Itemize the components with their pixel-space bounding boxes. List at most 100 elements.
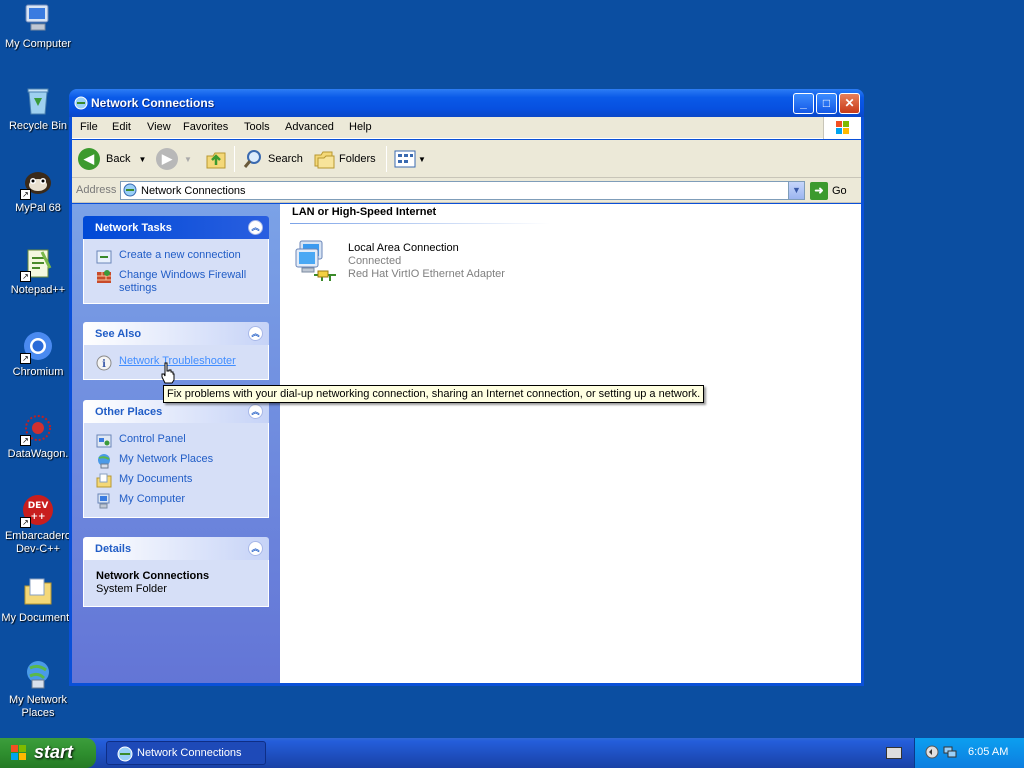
collapse-chevron-icon[interactable]: ︽ [248, 404, 263, 419]
other-places-body: Control Panel My Network Places My Docum… [83, 423, 269, 518]
desktop-icon-devcpp[interactable]: DEV ++ ↗ Embarcadero Dev-C++ [0, 494, 76, 556]
collapse-chevron-icon[interactable]: ︽ [248, 541, 263, 556]
go-label: Go [832, 184, 847, 197]
desktop-icon-chromium[interactable]: ↗ Chromium [0, 330, 76, 379]
see-also-body: i Network Troubleshooter [83, 345, 269, 380]
datawagon-icon: ↗ [20, 412, 54, 446]
network-troubleshooter-link[interactable]: i Network Troubleshooter [84, 353, 268, 373]
toolbar: ◀ Back ▼ ▶ ▼ Search Folders ▼ [72, 140, 861, 178]
menu-edit[interactable]: Edit [112, 121, 131, 133]
folders-button[interactable]: Folders [313, 147, 376, 171]
windows-flag-icon [11, 745, 26, 760]
hand-cursor-icon [160, 362, 176, 384]
menu-view[interactable]: View [147, 121, 171, 133]
collapse-chevron-icon[interactable]: ︽ [248, 220, 263, 235]
go-arrow-icon: ➜ [810, 181, 828, 200]
minimize-icon: _ [800, 96, 807, 110]
views-button[interactable]: ▼ [394, 147, 426, 171]
forward-button[interactable]: ▶ ▼ [156, 147, 192, 171]
task-link-label: My Documents [119, 473, 193, 485]
desktop-icon-my-network-places[interactable]: My Network Places [0, 658, 76, 720]
back-arrow-icon: ◀ [78, 148, 100, 170]
desktop-icon-label: My Computer [4, 38, 72, 50]
search-label: Search [268, 153, 303, 165]
collapse-chevron-icon[interactable]: ︽ [248, 326, 263, 341]
connection-name: Local Area Connection [348, 242, 459, 254]
my-computer-link[interactable]: My Computer [84, 491, 268, 511]
views-icon [394, 150, 416, 168]
back-dropdown-icon[interactable]: ▼ [138, 155, 146, 164]
other-places-panel: Other Places ︽ Control Panel My Network … [83, 400, 269, 518]
taskbar-button-label: Network Connections [137, 747, 242, 759]
svg-text:i: i [102, 359, 106, 370]
desktop-icon-label: MyPal 68 [15, 202, 61, 214]
views-dropdown-icon: ▼ [418, 154, 426, 164]
create-new-connection-link[interactable]: Create a new connection [84, 247, 268, 267]
desktop-icon-label: Notepad++ [10, 284, 66, 296]
desktop-icon-label: Embarcadero Dev-C++ [4, 530, 72, 555]
go-button[interactable]: ➜ Go [810, 181, 847, 200]
details-header[interactable]: Details ︽ [83, 537, 269, 560]
close-button[interactable]: ✕ [839, 93, 860, 114]
task-link-label: Network Troubleshooter [119, 355, 236, 367]
desktop-icon-label: DataWagon. [7, 448, 69, 460]
menu-help[interactable]: Help [349, 121, 372, 133]
network-tray-icon[interactable] [943, 745, 957, 759]
task-link-label: My Computer [119, 493, 186, 505]
desktop-icon-recycle-bin[interactable]: Recycle Bin [0, 84, 76, 133]
other-places-header[interactable]: Other Places ︽ [83, 400, 269, 423]
my-network-places-icon [98, 454, 110, 469]
my-documents-icon [22, 576, 54, 608]
svg-text:DEV: DEV [28, 501, 49, 511]
devcpp-icon: DEV ++ ↗ [20, 494, 54, 528]
task-link-label: Control Panel [119, 433, 186, 445]
up-folder-button[interactable] [204, 147, 228, 171]
title-bar[interactable]: Network Connections _ □ ✕ [69, 89, 864, 117]
back-button[interactable]: ◀ Back ▼ [78, 147, 146, 171]
my-network-places-link[interactable]: My Network Places [84, 451, 268, 471]
toolbar-separator [234, 146, 235, 172]
desktop-icon-mypal[interactable]: ↗ MyPal 68 [0, 166, 76, 215]
audio-icon[interactable] [925, 745, 939, 759]
desktop-icon-notepadpp[interactable]: ↗ Notepad++ [0, 248, 76, 297]
maximize-button[interactable]: □ [816, 93, 837, 114]
desktop-icon-label: Chromium [12, 366, 64, 378]
connection-adapter: Red Hat VirtIO Ethernet Adapter [348, 268, 505, 280]
task-link-label: Change Windows Firewall settings [119, 269, 247, 294]
search-button[interactable]: Search [242, 147, 303, 171]
desktop-icon-datawagon[interactable]: ↗ DataWagon. [0, 412, 76, 461]
my-documents-link[interactable]: My Documents [84, 471, 268, 491]
network-tasks-header[interactable]: Network Tasks ︽ [83, 216, 269, 239]
clock: 6:05 AM [968, 746, 1009, 758]
mypal-icon: ↗ [20, 166, 54, 200]
network-connections-icon [74, 96, 88, 110]
network-tasks-title: Network Tasks [95, 222, 172, 234]
start-button[interactable]: start [0, 738, 96, 768]
taskbar: start Network Connections 6:05 AM [0, 738, 1024, 768]
address-dropdown-icon[interactable]: ▼ [788, 182, 804, 199]
network-connections-icon [117, 746, 133, 762]
address-bar: Address Network Connections ▼ ➜ Go [72, 178, 861, 203]
svg-text:++: ++ [30, 512, 45, 522]
menu-advanced[interactable]: Advanced [285, 121, 334, 133]
folders-label: Folders [339, 153, 376, 165]
taskbar-network-connections-button[interactable]: Network Connections [106, 741, 266, 765]
see-also-header[interactable]: See Also ︽ [83, 322, 269, 345]
keyboard-icon[interactable] [886, 747, 902, 759]
address-input[interactable]: Network Connections ▼ [120, 181, 805, 200]
minimize-button[interactable]: _ [793, 93, 814, 114]
back-label: Back [106, 153, 131, 165]
desktop-icon-my-computer[interactable]: My Computer [0, 2, 76, 51]
desktop-icon-my-documents[interactable]: My Documents [0, 576, 76, 625]
forward-dropdown-icon: ▼ [184, 154, 192, 164]
task-link-label: Create a new connection [119, 249, 241, 261]
my-documents-icon [96, 473, 112, 488]
new-connection-icon [96, 250, 112, 264]
change-firewall-settings-link[interactable]: Change Windows Firewall settings [84, 267, 268, 297]
task-link-label: My Network Places [119, 453, 214, 465]
menu-file[interactable]: File [80, 121, 98, 133]
firewall-icon [97, 270, 111, 283]
menu-tools[interactable]: Tools [244, 121, 270, 133]
menu-favorites[interactable]: Favorites [183, 121, 228, 133]
control-panel-link[interactable]: Control Panel [84, 431, 268, 451]
